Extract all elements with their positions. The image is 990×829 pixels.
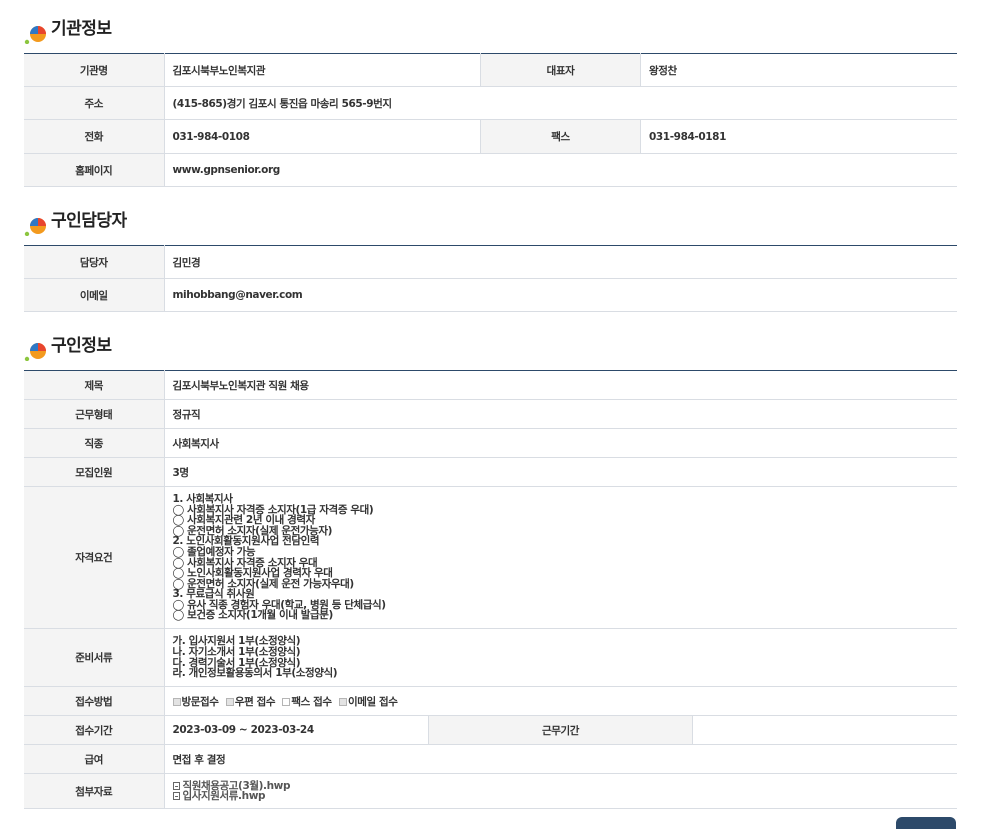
contact-section: 구인담당자 담당자 김민경 이메일 mihobbang@naver.com (24, 202, 957, 312)
bottom-button[interactable] (896, 817, 956, 829)
rep-value: 왕정찬 (640, 53, 957, 87)
job-info-header: 구인정보 (24, 327, 957, 363)
org-info-section: 기관정보 기관명 김포시북부노인복지관 대표자 왕정찬 주소 (415-865)… (24, 10, 957, 187)
method-mail: 우편 접수 (225, 694, 276, 709)
requirement-line: ◯ 보건증 소지자(1개월 이내 발급분) (172, 609, 334, 622)
method-label: 팩스 접수 (291, 695, 332, 708)
email-value: mihobbang@naver.com (164, 278, 957, 312)
job-title-value: 김포시북부노인복지관 직원 채용 (164, 370, 957, 400)
method-label: 방문접수 (181, 695, 219, 708)
table-row: 직종 사회복지사 (24, 428, 957, 458)
org-info-header: 기관정보 (24, 10, 957, 46)
requirement-line: ◯ 졸업예정자 가능 (172, 545, 256, 558)
checkbox-checked-icon (225, 697, 234, 706)
fax-value: 031-984-0181 (640, 119, 957, 154)
method-visit: 방문접수 (172, 694, 219, 709)
attachment-link[interactable]: 직원채용공고(3월).hwp (172, 780, 958, 791)
job-info-section: 구인정보 제목 김포시북부노인복지관 직원 채용 근무형태 정규직 직종 사회복… (24, 327, 957, 809)
homepage-label: 홈페이지 (24, 153, 165, 187)
colorful-circle-icon (24, 26, 46, 44)
table-row: 이메일 mihobbang@naver.com (24, 278, 957, 312)
requirement-line: ◯ 운전면허 소지자(실제 운전 가능자우대) (172, 577, 355, 590)
checkbox-checked-icon (338, 697, 347, 706)
requirement-line: 1. 사회복지사 (172, 492, 233, 505)
documents-label: 준비서류 (24, 628, 165, 687)
org-info-table: 기관명 김포시북부노인복지관 대표자 왕정찬 주소 (415-865)경기 김포… (24, 53, 957, 187)
apply-method-value: 방문접수 우편 접수 팩스 접수 이메일 접수 (164, 686, 957, 716)
table-row: 급여 면접 후 결정 (24, 744, 957, 774)
contact-person-value: 김민경 (164, 245, 957, 279)
job-posting-page: 기관정보 기관명 김포시북부노인복지관 대표자 왕정찬 주소 (415-865)… (0, 0, 990, 829)
table-row: 자격요건 1. 사회복지사 ◯ 사회복지사 자격증 소지자(1급 자격증 우대)… (24, 486, 957, 629)
section-title: 구인담당자 (51, 211, 127, 231)
checkbox-checked-icon (172, 697, 181, 706)
addr-value: (415-865)경기 김포시 통진읍 마송리 565-9번지 (164, 86, 957, 120)
method-label: 우편 접수 (234, 695, 276, 708)
requirements-label: 자격요건 (24, 486, 165, 629)
colorful-circle-icon (24, 218, 46, 236)
method-email: 이메일 접수 (338, 694, 398, 709)
method-fax: 팩스 접수 (282, 694, 332, 709)
requirements-value: 1. 사회복지사 ◯ 사회복지사 자격증 소지자(1급 자격증 우대) ◯ 사회… (164, 486, 957, 629)
attachments-label: 첨부자료 (24, 773, 165, 809)
table-row: 준비서류 가. 입사지원서 1부(소정양식) 나. 자기소개서 1부(소정양식)… (24, 628, 957, 687)
attachment-filename: 입사지원서류.hwp (182, 790, 266, 802)
documents-value: 가. 입사지원서 1부(소정양식) 나. 자기소개서 1부(소정양식) 다. 경… (164, 628, 957, 687)
job-kind-value: 사회복지사 (164, 428, 957, 458)
salary-label: 급여 (24, 744, 165, 774)
salary-value: 면접 후 결정 (164, 744, 957, 774)
document-line: 나. 자기소개서 1부(소정양식) (172, 645, 301, 658)
document-line: 라. 개인정보활용동의서 1부(소정양식) (172, 667, 338, 680)
table-row: 담당자 김민경 (24, 245, 957, 279)
apply-period-label: 접수기간 (24, 715, 165, 745)
job-info-table: 제목 김포시북부노인복지관 직원 채용 근무형태 정규직 직종 사회복지사 모집… (24, 370, 957, 809)
job-kind-label: 직종 (24, 428, 165, 458)
phone-label: 전화 (24, 119, 165, 154)
contact-header: 구인담당자 (24, 202, 957, 238)
requirement-line: 2. 노인사회활동지원사업 전담인력 (172, 535, 320, 548)
table-row: 홈페이지 www.gpnsenior.org (24, 153, 957, 187)
colorful-circle-icon (24, 343, 46, 361)
checkbox-unchecked-icon (282, 697, 291, 706)
section-title: 구인정보 (51, 336, 112, 356)
table-row: 접수방법 방문접수 우편 접수 팩스 접수 이메일 접수 (24, 686, 957, 716)
job-title-label: 제목 (24, 370, 165, 400)
file-icon (172, 792, 180, 800)
headcount-value: 3명 (164, 457, 957, 487)
table-row: 모집인원 3명 (24, 457, 957, 487)
attachment-link[interactable]: 입사지원서류.hwp (172, 790, 958, 802)
email-label: 이메일 (24, 278, 165, 312)
table-row: 주소 (415-865)경기 김포시 통진읍 마송리 565-9번지 (24, 86, 957, 120)
file-icon (172, 781, 180, 790)
rep-label: 대표자 (480, 53, 641, 87)
org-name-value: 김포시북부노인복지관 (164, 53, 481, 87)
contact-person-label: 담당자 (24, 245, 165, 279)
table-row: 접수기간 2023-03-09 ~ 2023-03-24 근무기간 (24, 715, 957, 745)
work-period-value (692, 715, 957, 745)
addr-label: 주소 (24, 86, 165, 120)
headcount-label: 모집인원 (24, 457, 165, 487)
work-period-label: 근무기간 (427, 715, 694, 745)
method-label: 이메일 접수 (347, 695, 398, 708)
table-row: 근무형태 정규직 (24, 399, 957, 429)
apply-period-value: 2023-03-09 ~ 2023-03-24 (164, 715, 429, 745)
work-type-label: 근무형태 (24, 399, 165, 429)
table-row: 기관명 김포시북부노인복지관 대표자 왕정찬 (24, 53, 957, 87)
apply-method-label: 접수방법 (24, 686, 165, 716)
table-row: 제목 김포시북부노인복지관 직원 채용 (24, 370, 957, 400)
homepage-link[interactable]: www.gpnsenior.org (164, 153, 957, 187)
phone-value: 031-984-0108 (164, 119, 481, 154)
attachments-value: 직원채용공고(3월).hwp 입사지원서류.hwp (164, 773, 958, 809)
org-name-label: 기관명 (24, 53, 165, 87)
table-row: 전화 031-984-0108 팩스 031-984-0181 (24, 119, 957, 154)
work-type-value: 정규직 (164, 399, 957, 429)
section-title: 기관정보 (51, 19, 112, 39)
contact-table: 담당자 김민경 이메일 mihobbang@naver.com (24, 245, 957, 312)
table-row: 첨부자료 직원채용공고(3월).hwp 입사지원서류.hwp (24, 773, 958, 809)
fax-label: 팩스 (480, 119, 641, 154)
